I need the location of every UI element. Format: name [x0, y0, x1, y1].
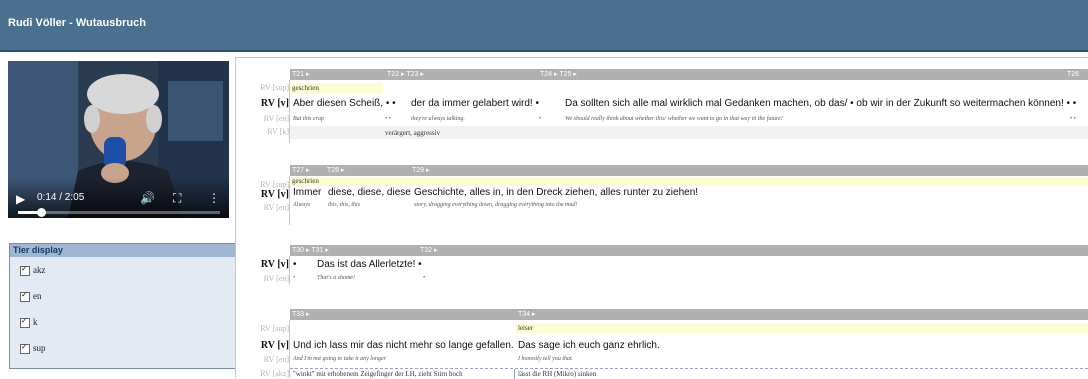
video-progress-bar[interactable]: [18, 208, 220, 217]
translation-text: I honestly tell you that.: [518, 356, 574, 362]
timeline-row: T30 ▸ T31 ▸ T32 ▸: [290, 245, 1088, 256]
tier-label-sup: sup: [33, 343, 46, 353]
checkbox-akz[interactable]: [20, 264, 30, 276]
utterance-text: Geschichte, alles in, in den Dreck ziehe…: [414, 187, 699, 198]
utterance-text: Das ist das Allerletzte! •: [317, 259, 422, 270]
checkbox-sup[interactable]: [20, 342, 30, 354]
transcript-block-2: T27 ▸ T28 ▸ T29 ▸ RV [sup] geschrien RV …: [239, 165, 1088, 225]
translation-text: •: [293, 275, 296, 281]
checkbox-k[interactable]: [20, 316, 30, 328]
volume-icon[interactable]: 🔊: [140, 191, 155, 205]
translation-text: •: [423, 275, 426, 281]
play-icon[interactable]: ▶: [16, 192, 30, 206]
tier-option-en[interactable]: en: [20, 290, 42, 305]
transcript-block-4: T33 ▸ T34 ▸ RV [sup] leiser RV [v] Und i…: [239, 309, 1088, 379]
translation-text: this, this, this: [328, 202, 361, 208]
tier-label-en: RV [en]: [263, 274, 289, 283]
checkbox-en[interactable]: [20, 290, 30, 302]
utterance-text: diese, diese, diese: [328, 187, 411, 198]
sup-cell: geschrien: [290, 83, 383, 94]
translation-text: they're always talking.: [411, 116, 465, 122]
akz-text: "winkt" mit erhobenem Zeigefinger der LH…: [293, 370, 463, 378]
more-icon[interactable]: ⋮: [208, 191, 220, 205]
video-time: 0:14 / 2:05: [37, 192, 85, 203]
translation-text: story, dragging everything down, draggin…: [414, 202, 578, 208]
translation-text: Always: [293, 202, 311, 208]
label-divider: [289, 256, 290, 285]
tier-label-en: RV [en]: [263, 355, 289, 364]
utterance-text: Und ich lass mir das nicht mehr so lange…: [293, 340, 514, 351]
timeline-marker[interactable]: T33 ▸: [292, 309, 310, 320]
timeline-marker[interactable]: T28 ▸: [327, 165, 345, 176]
tier-display-title: Tier display: [10, 244, 235, 257]
k-row: verärgert, aggressiv: [290, 126, 1088, 139]
timeline-marker[interactable]: T32 ▸: [420, 245, 438, 256]
tier-label-k: k: [33, 317, 38, 327]
video-player[interactable]: ▶ 0:14 / 2:05 🔊 ⛶ ⋮: [8, 61, 229, 218]
tier-label-v: RV [v]: [260, 259, 289, 270]
utterance-text: Immer: [293, 187, 322, 198]
timeline-row: T21 ▸ T22 ▸ T23 ▸ T24 ▸ T25 ▸ T26: [290, 69, 1088, 80]
tier-label-akz: RV [akz]: [260, 369, 289, 378]
fullscreen-icon[interactable]: ⛶: [173, 191, 181, 205]
tier-label-v: RV [v]: [260, 340, 289, 351]
tier-label-sup: RV [sup]: [260, 83, 289, 92]
app-header: Rudi Völler - Wutausbruch: [0, 0, 1088, 50]
sup-cell: geschrien: [290, 177, 1088, 186]
utterance-text: Das sage ich euch ganz ehrlich.: [518, 340, 660, 351]
sup-text: leiser: [518, 324, 534, 332]
transcript-block-3: T30 ▸ T31 ▸ T32 ▸ RV [v] • Das ist das A…: [239, 245, 1088, 285]
timeline-marker[interactable]: T34 ▸: [518, 309, 536, 320]
utterance-text: Aber diesen Scheiß, • •: [293, 98, 396, 109]
timeline-marker[interactable]: T30 ▸ T31 ▸: [292, 245, 329, 256]
tier-label-sup: RV [sup]: [260, 324, 289, 333]
page-title: Rudi Völler - Wutausbruch: [8, 17, 146, 29]
timeline-row: T27 ▸ T28 ▸ T29 ▸: [290, 165, 1088, 176]
tier-option-sup[interactable]: sup: [20, 342, 46, 357]
translation-text: • •: [385, 116, 391, 122]
timeline-marker[interactable]: T24 ▸ T25 ▸: [540, 69, 577, 80]
timeline-marker[interactable]: T26: [1067, 69, 1079, 80]
timeline-marker[interactable]: T29 ▸: [412, 165, 430, 176]
sup-text: geschrien: [292, 177, 319, 185]
timeline-marker[interactable]: T21 ▸: [292, 69, 310, 80]
timeline-marker[interactable]: T22 ▸ T23 ▸: [387, 69, 424, 80]
tier-option-k[interactable]: k: [20, 316, 38, 331]
tier-label-en: en: [33, 291, 42, 301]
tier-display-panel: Tier display akz en k sup: [9, 243, 236, 369]
utterance-text: •: [293, 259, 297, 270]
video-progress-knob[interactable]: [36, 208, 46, 217]
translation-text: That's a shame!: [317, 275, 355, 281]
tier-label-akz: akz: [33, 265, 46, 275]
transcript-block-1: T21 ▸ T22 ▸ T23 ▸ T24 ▸ T25 ▸ T26 RV [su…: [239, 69, 1088, 143]
translation-text: We should really think about whether thi…: [565, 116, 783, 122]
sup-text: geschrien: [292, 84, 319, 92]
utterance-text: der da immer gelabert wird! •: [411, 98, 539, 109]
utterance-text: Da sollten sich alle mal wirklich mal Ge…: [565, 98, 1077, 109]
header-divider: [0, 50, 1088, 52]
tier-label-v: RV [v]: [260, 98, 289, 109]
timeline-marker[interactable]: T27 ▸: [292, 165, 310, 176]
comment-text: verärgert, aggressiv: [385, 129, 441, 137]
akz-text: lässt die RH (Mikro) sinken: [518, 370, 597, 378]
tier-label-v: RV [v]: [260, 189, 289, 200]
timeline-row: T33 ▸ T34 ▸: [290, 309, 1088, 320]
translation-text: But this crap: [293, 116, 324, 122]
sup-cell: leiser: [516, 323, 1088, 334]
tier-label-en: RV [en]: [263, 203, 289, 212]
translation-text: And I'm not going to take it any longer: [293, 356, 386, 362]
akz-row: "winkt" mit erhobenem Zeigefinger der LH…: [290, 368, 1088, 379]
tier-option-akz[interactable]: akz: [20, 264, 46, 279]
translation-text: • •: [1070, 116, 1076, 122]
translation-text: •: [539, 116, 542, 122]
tier-label-en: RV [en]: [263, 114, 289, 123]
tier-label-k: RV [k]: [267, 127, 289, 136]
tier-label-sup: RV [sup]: [260, 180, 289, 189]
